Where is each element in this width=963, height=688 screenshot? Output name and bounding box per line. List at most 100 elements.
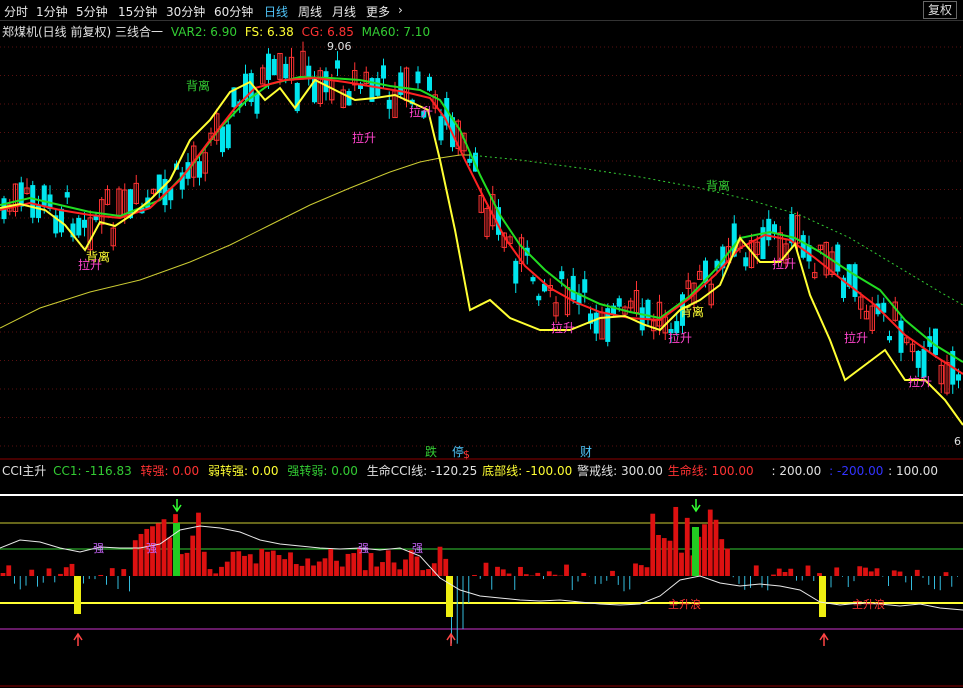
strong-arrow-icon: [172, 499, 182, 513]
cci-bar: [167, 537, 173, 576]
cci-bar: [29, 569, 35, 576]
candle-body: [225, 124, 231, 149]
cci-bar: [299, 565, 305, 576]
cci-bar: [788, 568, 794, 576]
cci-bar: [483, 562, 489, 576]
cci-legend-item: CC1: -116.83: [53, 464, 132, 478]
cci-bar: [552, 574, 558, 576]
cci-bar: [339, 566, 345, 576]
cci-bar: [58, 573, 63, 576]
cci-bar: [535, 572, 541, 576]
indicator-lines: [0, 75, 963, 426]
cci-bar: [581, 572, 587, 576]
signal-strong: 强: [93, 542, 104, 555]
cci-bar: [63, 567, 69, 576]
candle-body: [381, 65, 386, 79]
cci-bar: [776, 568, 782, 576]
cci-bar: [374, 566, 380, 576]
fs-line: [0, 78, 963, 426]
cci-bar: [121, 569, 127, 576]
candle-body: [616, 298, 622, 307]
candle-body: [921, 348, 927, 378]
candle-body: [760, 227, 766, 260]
candle-body: [82, 219, 87, 228]
cci-legend-item: 强转弱: 0.00: [287, 464, 358, 478]
cci-bar: [190, 535, 196, 576]
cci-bar: [420, 570, 426, 576]
cci-bar: [316, 561, 322, 576]
candle-body: [530, 277, 536, 282]
cci-bar: [391, 562, 397, 576]
cci-bar: [270, 550, 276, 576]
cci-bar: [196, 512, 201, 576]
cci-bar: [702, 524, 707, 576]
candle-body: [743, 257, 749, 267]
signal-lift: 拉升: [668, 330, 692, 345]
signal-main-rise: 主升浪: [668, 597, 701, 611]
cci-bar: [914, 569, 920, 576]
bottom-signal-bar: [819, 576, 826, 617]
cci-bar: [265, 551, 270, 576]
candle-body: [254, 92, 260, 114]
candle-body: [800, 235, 806, 258]
cci-panel: [0, 494, 963, 646]
cci-legend-item: 生命线: 100.00: [667, 464, 754, 478]
cci-legend-item: 转强: 0.00: [140, 464, 200, 478]
cci-bar: [385, 550, 391, 576]
candle-body: [386, 99, 392, 109]
cci-bar: [0, 573, 6, 576]
cci-bar: [661, 538, 667, 576]
cci-bar: [6, 565, 12, 576]
candle-body: [513, 260, 519, 284]
signal-lift: 拉升: [772, 256, 796, 271]
cci-bar: [397, 569, 403, 576]
cci-bar: [247, 554, 253, 576]
cci-bar: [495, 566, 500, 576]
cci-bar: [46, 568, 52, 576]
ma60-line: [0, 154, 470, 329]
cci-bar: [161, 519, 167, 576]
cci-bar: [546, 571, 552, 576]
cci-legend-item: CCI主升: [2, 464, 47, 478]
cci-legend-item: 底部线: -100.00: [482, 464, 573, 478]
signal-lift: 拉升: [908, 374, 932, 389]
candle-body: [956, 374, 961, 381]
cci-bar: [414, 556, 420, 576]
cci-bar: [782, 572, 788, 576]
cci-bar: [403, 559, 408, 576]
candle-body: [582, 279, 588, 293]
buy-arrow-icon: [819, 632, 829, 646]
cci-bar: [857, 566, 863, 576]
candle-body: [415, 71, 421, 84]
cci-bar: [368, 553, 374, 576]
cci-bar: [109, 568, 115, 576]
candle-body: [536, 295, 542, 301]
buy-arrow-icon: [73, 632, 83, 646]
cci-legend-item: 生命CCI线: -120.25: [366, 464, 478, 478]
cci-bar: [771, 574, 776, 576]
cci-bar: [679, 552, 684, 576]
candlestick-chart[interactable]: 9.06 6 背离 背离 背离 背离 拉升 拉升 拉升 拉升 拉升 拉升 拉升 …: [0, 0, 963, 688]
cci-bar: [293, 564, 299, 576]
signal-divergence: 背离: [706, 178, 730, 193]
signal-lift: 拉升: [352, 130, 376, 145]
cci-bar: [224, 561, 230, 576]
candle-body: [887, 336, 892, 341]
cci-bar: [426, 569, 431, 576]
signal-main-rise: 主升浪: [852, 597, 885, 611]
candle-body: [41, 185, 47, 206]
cci-bar: [443, 558, 449, 576]
cci-bar: [259, 548, 265, 576]
cci-bar: [897, 571, 903, 576]
cci-bar: [253, 563, 259, 576]
cci-bar: [69, 563, 75, 576]
cci-bar: [891, 570, 897, 576]
cci-bar: [667, 540, 673, 576]
candle-body: [438, 116, 444, 141]
candle-body: [933, 328, 938, 356]
candle-body: [271, 58, 277, 76]
cci-legend-item: 弱转强: 0.00: [207, 464, 279, 478]
cci-bar: [311, 565, 316, 576]
cci-bar: [351, 553, 357, 576]
cci-bar: [380, 562, 385, 576]
